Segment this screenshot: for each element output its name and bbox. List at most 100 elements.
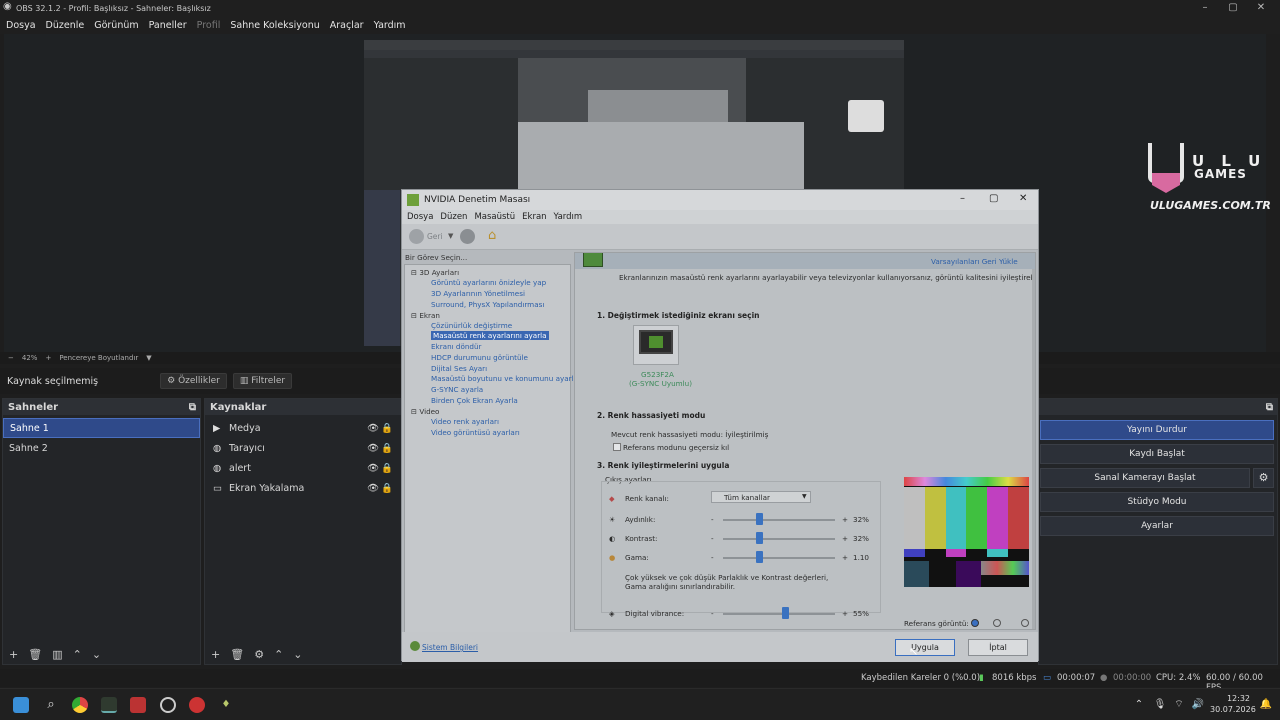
home-icon[interactable]: ⌂: [488, 228, 496, 243]
arrow-up-icon[interactable]: ⌃: [274, 648, 283, 661]
eye-icon[interactable]: 👁: [367, 463, 379, 474]
tree-item-selected[interactable]: Masaüstü renk ayarlarını ayarla: [431, 331, 549, 340]
tree-item[interactable]: Ekranı döndür: [431, 342, 482, 351]
tree-item[interactable]: 3D Ayarlarının Yönetilmesi: [431, 289, 525, 298]
menu-help[interactable]: Yardım: [374, 20, 406, 31]
lock-icon[interactable]: 🔒: [381, 463, 393, 474]
tree-category-3d[interactable]: ⊟ 3D Ayarları: [411, 268, 459, 277]
tree-item[interactable]: Video görüntüsü ayarları: [431, 428, 520, 437]
tree-category-display[interactable]: ⊟ Ekran: [411, 311, 440, 320]
filters-button[interactable]: ▥ Filtreler: [232, 373, 293, 389]
arrow-down-icon[interactable]: ⌄: [293, 648, 302, 661]
monitor-select[interactable]: [633, 325, 679, 365]
obs-icon[interactable]: [160, 697, 176, 713]
undock-icon[interactable]: ⧉: [1266, 402, 1273, 413]
vibrance-slider[interactable]: [723, 613, 835, 615]
chevron-up-icon[interactable]: ⌃: [1131, 697, 1147, 713]
trash-icon[interactable]: 🗑: [28, 648, 42, 661]
cancel-button[interactable]: İptal: [968, 639, 1028, 656]
menu-scene-collection[interactable]: Sahne Koleksiyonu: [230, 20, 319, 31]
lock-icon[interactable]: 🔒: [381, 423, 393, 434]
ref-radio-3[interactable]: [1021, 619, 1029, 627]
eye-icon[interactable]: 👁: [367, 483, 379, 494]
tree-item[interactable]: HDCP durumunu görüntüle: [431, 353, 528, 362]
gamma-slider[interactable]: [723, 557, 835, 559]
windows-start-icon[interactable]: [13, 697, 29, 713]
nv-menu-display[interactable]: Ekran: [522, 212, 546, 222]
nvidia-app-icon[interactable]: [101, 697, 117, 713]
eye-icon[interactable]: 👁: [367, 443, 379, 454]
properties-button[interactable]: ⚙ Özellikler: [160, 373, 227, 389]
source-item[interactable]: ▭ Ekran Yakalama 👁 🔒: [205, 478, 401, 498]
app-icon[interactable]: ♦: [218, 697, 234, 713]
tree-item[interactable]: G-SYNC ayarla: [431, 385, 483, 394]
start-record-button[interactable]: Kaydı Başlat: [1040, 444, 1274, 464]
restore-defaults-link[interactable]: Varsayılanları Geri Yükle: [931, 257, 1018, 266]
app-icon[interactable]: [189, 697, 205, 713]
nv-menu-file[interactable]: Dosya: [407, 212, 433, 222]
menu-docks[interactable]: Paneller: [149, 20, 187, 31]
menu-tools[interactable]: Araçlar: [330, 20, 364, 31]
apply-button[interactable]: Uygula: [895, 639, 955, 656]
eye-icon[interactable]: 👁: [367, 423, 379, 434]
gear-icon[interactable]: ⚙: [254, 648, 264, 661]
brightness-slider[interactable]: [723, 519, 835, 521]
tree-item[interactable]: Çözünürlük değiştirme: [431, 321, 512, 330]
maximize-icon[interactable]: ▢: [1226, 1, 1240, 15]
close-icon[interactable]: ✕: [1019, 193, 1027, 204]
gear-icon[interactable]: ⚙: [1253, 468, 1274, 488]
channel-dropdown[interactable]: Tüm kanallar ▼: [711, 491, 811, 503]
system-info-link[interactable]: Sistem Bilgileri: [422, 643, 478, 652]
ref-radio-2[interactable]: [993, 619, 1001, 627]
wifi-icon[interactable]: ⌔: [1171, 697, 1187, 713]
source-item[interactable]: ▶ Medya 👁 🔒: [205, 418, 401, 438]
search-icon[interactable]: ⌕: [43, 697, 59, 713]
menu-view[interactable]: Görünüm: [94, 20, 138, 31]
content-scrollbar[interactable]: [1032, 269, 1035, 629]
back-arrow-icon[interactable]: [409, 229, 424, 244]
back-label[interactable]: Geri: [427, 232, 443, 241]
gamma-slider-knob[interactable]: [756, 551, 763, 563]
start-virtual-camera-button[interactable]: Sanal Kamerayı Başlat: [1040, 468, 1250, 488]
lock-icon[interactable]: 🔒: [381, 483, 393, 494]
filter-icon[interactable]: ▥: [52, 648, 62, 661]
chevron-down-icon[interactable]: ▼: [146, 354, 151, 362]
studio-mode-button[interactable]: Stüdyo Modu: [1040, 492, 1274, 512]
zoom-in-button[interactable]: +: [45, 354, 51, 362]
minimize-icon[interactable]: –: [960, 193, 965, 204]
menu-file[interactable]: Dosya: [6, 20, 36, 31]
source-item[interactable]: ◍ Tarayıcı 👁 🔒: [205, 438, 401, 458]
microphone-icon[interactable]: 🎙: [1152, 697, 1168, 713]
stop-stream-button[interactable]: Yayını Durdur: [1040, 420, 1274, 440]
minimize-icon[interactable]: –: [1198, 1, 1212, 15]
zoom-out-button[interactable]: −: [8, 354, 14, 362]
arrow-down-icon[interactable]: ⌄: [92, 648, 101, 661]
forward-arrow-icon[interactable]: [460, 229, 475, 244]
close-icon[interactable]: ✕: [1254, 1, 1268, 15]
undock-icon[interactable]: ⧉: [189, 402, 196, 413]
contrast-slider[interactable]: [723, 538, 835, 540]
chevron-down-icon[interactable]: ▼: [448, 232, 453, 240]
nv-menu-help[interactable]: Yardım: [554, 212, 583, 222]
tree-item[interactable]: Masaüstü boyutunu ve konumunu ayarla: [431, 374, 578, 383]
clock-date[interactable]: 30.07.2026: [1210, 705, 1256, 714]
scene-item[interactable]: Sahne 1: [3, 418, 200, 438]
source-item[interactable]: ◍ alert 👁 🔒: [205, 458, 401, 478]
brightness-slider-knob[interactable]: [755, 513, 763, 525]
nv-menu-desktop[interactable]: Masaüstü: [474, 212, 515, 222]
contrast-slider-knob[interactable]: [755, 532, 763, 544]
ref-mode-checkbox[interactable]: [613, 443, 621, 451]
arrow-up-icon[interactable]: ⌃: [73, 648, 82, 661]
tree-item[interactable]: Video renk ayarları: [431, 417, 499, 426]
chrome-icon[interactable]: [72, 697, 88, 713]
maximize-icon[interactable]: ▢: [989, 193, 998, 204]
ref-radio-1[interactable]: [971, 619, 979, 627]
clock-time[interactable]: 12:32: [1214, 694, 1250, 703]
tree-item[interactable]: Dijital Ses Ayarı: [431, 364, 487, 373]
fit-window-button[interactable]: Pencereye Boyutlandır: [59, 354, 138, 362]
scene-item[interactable]: Sahne 2: [3, 438, 200, 458]
tree-category-video[interactable]: ⊟ Video: [411, 407, 439, 416]
tree-item[interactable]: Surround, PhysX Yapılandırması: [431, 300, 544, 309]
notification-icon[interactable]: 🔔: [1258, 697, 1274, 713]
trash-icon[interactable]: 🗑: [230, 648, 244, 661]
